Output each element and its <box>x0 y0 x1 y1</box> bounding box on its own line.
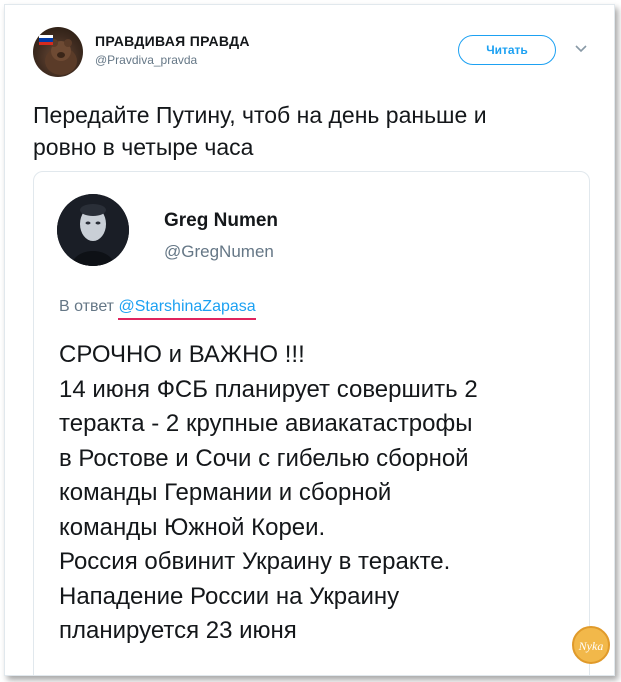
quoted-text-line: команды Германии и сборной <box>59 479 392 506</box>
avatar[interactable] <box>33 27 83 77</box>
quoted-avatar[interactable] <box>57 194 129 266</box>
quoted-text-line: команды Южной Кореи. <box>59 513 326 541</box>
quoted-text-line: планируется 23 июня <box>59 617 297 644</box>
quoted-text-line: Россия обвинит Украину в теракте. <box>59 548 451 575</box>
quoted-author-name[interactable]: Greg Numen <box>164 210 278 232</box>
author-name[interactable]: ПРАВДИВАЯ ПРАВДА <box>95 33 250 49</box>
quoted-text: СРОЧНО и ВАЖНО !!! 14 июня ФСБ планирует… <box>59 338 579 649</box>
quoted-text-line: Нападение России на Украину <box>59 582 400 610</box>
tweet-header: ПРАВДИВАЯ ПРАВДА @Pravdiva_pravda Читать <box>33 27 593 81</box>
quoted-text-line: СРОЧНО и ВАЖНО !!! <box>59 341 305 368</box>
watermark-logo: Nyka <box>572 626 610 664</box>
author-handle[interactable]: @Pravdiva_pravda <box>95 53 197 67</box>
quoted-tweet[interactable]: Greg Numen @GregNumen В ответ @Starshina… <box>33 171 590 675</box>
tweet-text-line: Передайте Путину, чтоб на день раньше и <box>33 102 487 128</box>
portrait-avatar-image <box>57 194 129 266</box>
quoted-text-line: в Ростове и Сочи с гибелью сборной <box>59 444 469 472</box>
quoted-author-handle[interactable]: @GregNumen <box>164 242 274 262</box>
svg-text:Nyka: Nyka <box>578 639 604 653</box>
follow-button[interactable]: Читать <box>458 35 556 65</box>
reply-mention-link[interactable]: @StarshinaZapasa <box>118 298 255 315</box>
chevron-down-icon[interactable] <box>573 41 589 57</box>
quoted-text-line: 14 июня ФСБ планирует совершить 2 <box>59 375 478 403</box>
tweet-text-line: ровно в четыре часа <box>33 134 254 160</box>
tweet-card: ПРАВДИВАЯ ПРАВДА @Pravdiva_pravda Читать… <box>4 4 615 676</box>
tweet-text: Передайте Путину, чтоб на день раньше и … <box>33 99 593 163</box>
reply-context: В ответ @StarshinaZapasa <box>59 298 256 316</box>
reply-prefix: В ответ <box>59 298 115 315</box>
russia-flag-icon <box>39 35 53 45</box>
quoted-text-line: теракта - 2 крупные авиакатастрофы <box>59 410 473 437</box>
